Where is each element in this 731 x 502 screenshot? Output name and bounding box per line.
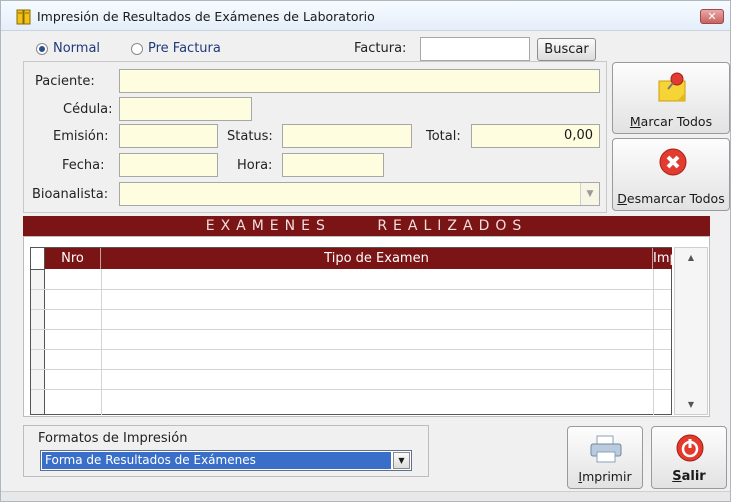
print-format-value: Forma de Resultados de Exámenes	[42, 452, 391, 469]
print-format-label: Formatos de Impresión	[38, 431, 188, 446]
fecha-label: Fecha:	[62, 158, 105, 173]
emision-field[interactable]	[119, 124, 218, 148]
desmarcar-todos-label: Desmarcar Todos	[617, 191, 725, 206]
window-title: Impresión de Resultados de Exámenes de L…	[37, 9, 375, 24]
title-bar: Impresión de Resultados de Exámenes de L…	[1, 1, 730, 31]
section-title-2: REALIZADOS	[377, 218, 528, 234]
column-header-tipo[interactable]: Tipo de Examen	[101, 248, 653, 269]
scroll-down-icon[interactable]: ▼	[675, 400, 707, 409]
status-label: Status:	[227, 129, 273, 144]
marcar-todos-button[interactable]: Marcar Todos	[612, 62, 730, 134]
row-indicator-header	[31, 248, 45, 269]
hora-field[interactable]	[282, 153, 384, 177]
printer-icon	[590, 435, 622, 463]
radio-pre-factura[interactable]: Pre Factura	[131, 41, 221, 56]
section-title-1: EXAMENES	[205, 218, 331, 234]
salir-label: Salir	[672, 469, 706, 484]
radio-pre-factura-label: Pre Factura	[148, 41, 221, 56]
radio-unselected-icon	[131, 42, 143, 55]
bioanalista-dropdown[interactable]: ▼	[119, 182, 600, 206]
buscar-button[interactable]: Buscar	[537, 38, 596, 61]
table-row[interactable]	[31, 329, 671, 349]
factura-label: Factura:	[354, 41, 407, 56]
bioanalista-label: Bioanalista:	[32, 187, 109, 202]
table-row[interactable]	[31, 289, 671, 309]
cedula-field[interactable]	[119, 97, 252, 121]
print-format-group: Formatos de Impresión Forma de Resultado…	[23, 425, 429, 477]
factura-input[interactable]	[420, 37, 530, 61]
table-row[interactable]	[31, 349, 671, 369]
paciente-label: Paciente:	[35, 74, 95, 89]
chevron-down-icon[interactable]: ▼	[393, 452, 410, 469]
cedula-label: Cédula:	[63, 102, 113, 117]
table-row[interactable]	[31, 389, 671, 409]
row-indicator[interactable]	[31, 269, 45, 289]
main-window: Impresión de Resultados de Exámenes de L…	[0, 0, 731, 502]
column-header-nro[interactable]: Nro	[45, 248, 101, 269]
desmarcar-todos-button[interactable]: Desmarcar Todos	[612, 138, 730, 211]
column-header-imp[interactable]: Imp.	[653, 248, 682, 269]
total-label: Total:	[426, 129, 461, 144]
close-button[interactable]: ✕	[700, 9, 724, 24]
hora-label: Hora:	[237, 158, 273, 173]
exams-grid-frame: Nro Tipo de Examen Imp. ▲ ▼	[23, 236, 710, 417]
vertical-scrollbar[interactable]: ▲ ▼	[674, 247, 708, 415]
emision-label: Emisión:	[53, 129, 109, 144]
status-field[interactable]	[282, 124, 412, 148]
scroll-up-icon[interactable]: ▲	[675, 253, 707, 262]
radio-normal[interactable]: Normal	[36, 41, 100, 56]
cancel-x-icon	[659, 148, 687, 176]
table-row[interactable]	[31, 369, 671, 389]
power-icon	[676, 434, 704, 462]
status-bar	[1, 491, 730, 501]
radio-selected-icon	[36, 42, 48, 55]
print-format-select[interactable]: Forma de Resultados de Exámenes ▼	[40, 450, 412, 471]
marcar-todos-label: Marcar Todos	[629, 114, 713, 129]
app-icon	[16, 9, 31, 25]
total-field[interactable]: 0,00	[471, 124, 600, 148]
section-header: EXAMENES REALIZADOS	[23, 216, 710, 236]
table-row[interactable]	[31, 309, 671, 329]
paciente-field[interactable]	[119, 69, 600, 93]
imprimir-label: Imprimir	[578, 469, 632, 484]
salir-button[interactable]: Salir	[651, 426, 727, 489]
imprimir-button[interactable]: Imprimir	[567, 426, 643, 489]
fecha-field[interactable]	[119, 153, 218, 177]
sticky-note-pin-icon	[658, 72, 686, 102]
exams-grid[interactable]: Nro Tipo de Examen Imp.	[30, 247, 682, 415]
chevron-down-icon[interactable]: ▼	[580, 183, 599, 205]
radio-normal-label: Normal	[53, 41, 101, 56]
